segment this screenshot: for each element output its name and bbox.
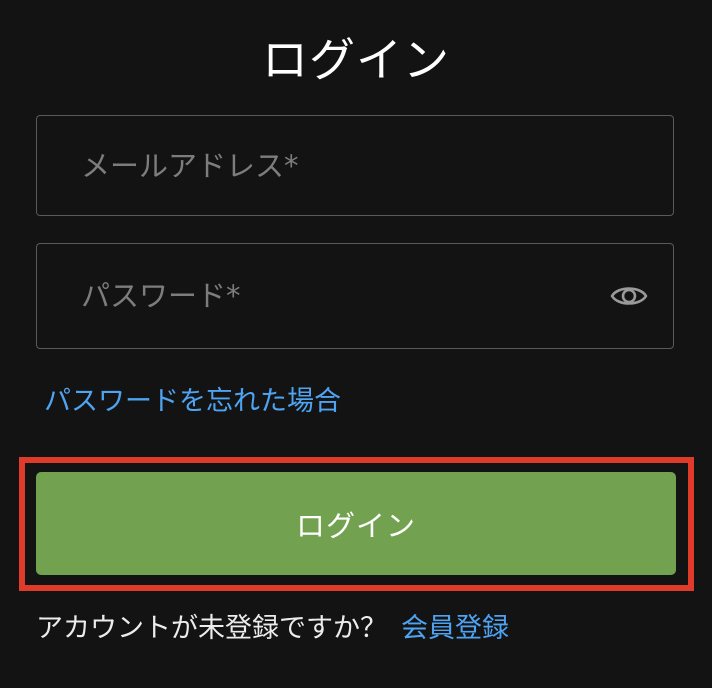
signup-row: アカウントが未登録ですか？ 会員登録 [36, 609, 509, 649]
login-screen: ログイン パスワードを忘れた場合 ログイン アカウントが未登録ですか？ 会員登録 [0, 0, 712, 688]
login-button[interactable]: ログイン [36, 472, 676, 575]
email-input[interactable] [37, 116, 673, 215]
forgot-password-link[interactable]: パスワードを忘れた場合 [44, 383, 341, 421]
signup-prompt: アカウントが未登録ですか？ [36, 613, 387, 644]
eye-icon-svg [610, 287, 648, 305]
page-title: ログイン [262, 33, 450, 87]
email-field[interactable] [36, 115, 674, 216]
signup-link[interactable]: 会員登録 [401, 613, 509, 644]
password-input[interactable] [37, 244, 673, 348]
password-field[interactable] [36, 243, 674, 349]
eye-icon[interactable] [609, 281, 649, 311]
